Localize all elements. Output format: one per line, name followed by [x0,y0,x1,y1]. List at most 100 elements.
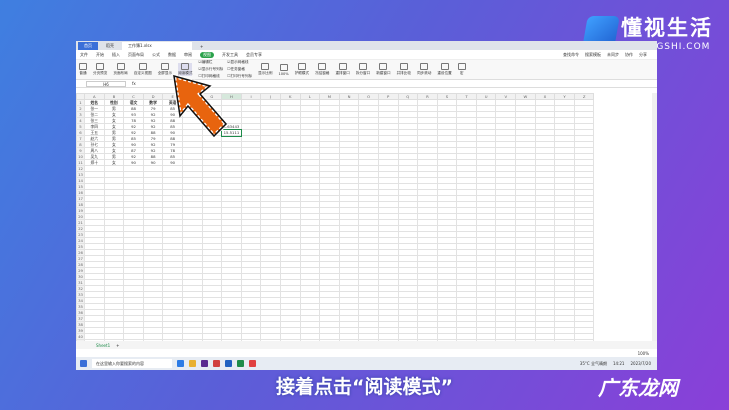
ribbon-label: 并排比较 [396,71,411,75]
ribbon-button-1[interactable]: 分页预览 [93,63,107,76]
view-icon [318,63,327,70]
checkbox-3[interactable]: ☐任务窗格 [227,67,252,72]
menu-search-11[interactable]: 搜索模板 [585,52,601,58]
menu-item-5[interactable]: 数据 [168,52,176,58]
ribbon-label: 页面布局 [113,71,128,75]
menu-item-1[interactable]: 开始 [96,52,104,58]
view-icon [379,63,388,70]
ribbon-label: 普通 [79,71,87,75]
ribbon-button2-4[interactable]: 重排窗口 [335,63,350,76]
taskbar-search[interactable]: 在这里输入你要搜索的内容 [92,359,172,368]
ribbon-label: 护眼模式 [294,71,310,75]
checkbox-label: 打印行号列标 [230,74,253,78]
view-icon [338,63,347,70]
clock-date[interactable]: 2023/7/20 [630,361,651,366]
menu-right-1[interactable]: 协作 [625,52,633,58]
start-icon[interactable] [80,360,87,367]
ribbon-label: 重排窗口 [335,71,350,75]
menu-bar: 文件 开始 插入 页面布局 公式 数据 审阅 视图 开发工具 会员专享 查找命令 搜索模板 未同步 协作分… [76,50,657,60]
ribbon-button2-2[interactable]: 护眼模式 [295,63,309,76]
ribbon-button2-3[interactable]: 冻结窗格 [315,63,329,76]
ribbon-button2-6[interactable]: 新建窗口 [376,63,391,76]
ribbon-button2-9[interactable]: 重设位置 [437,63,452,76]
menu-item-2[interactable]: 插入 [112,52,120,58]
taskbar: 在这里输入你要搜索的内容 35°C 全气晴朗 14:21 2023/7/20 [76,357,657,370]
checkbox-5[interactable]: ☐打印行号列标 [227,74,252,79]
view-icon [79,63,87,70]
view-icon [138,63,147,70]
menu-item-0[interactable]: 文件 [80,52,88,58]
ribbon-label: 冻结窗格 [315,71,330,75]
ribbon-button2-1[interactable]: 100% [278,63,289,76]
ribbon-button2-10[interactable]: 宏 [457,63,466,76]
sheet-tab-bar: Sheet1 + [76,341,657,349]
checkbox-1[interactable]: ☑显示网格线 [227,60,252,65]
ribbon-label: 同步滚动 [416,71,432,75]
sheet-tab[interactable]: Sheet1 [96,343,110,348]
ribbon-button2-0[interactable]: 显示比例 [258,63,272,76]
ribbon-button-3[interactable]: 自定义视图 [134,63,152,76]
menu-item-8[interactable]: 开发工具 [222,52,238,58]
menu-right-0[interactable]: 未同步 [607,52,619,58]
view-icon [116,63,125,70]
checkbox-label: 显示网格线 [230,60,249,64]
folder-icon[interactable] [189,360,196,367]
view-icon [279,63,288,71]
view-icon [181,63,190,70]
add-sheet-button[interactable]: + [116,343,119,348]
vertical-scrollbar[interactable] [652,93,657,349]
checkbox-0[interactable]: ☑编辑栏 [198,60,223,65]
wps-window: 首页 稻壳 工作簿1.xlsx + 文件 开始 插入 页面布局 公式 数据 审阅 视图 开发工具… [76,41,657,370]
checkbox-label: 显示行号列标 [201,67,224,71]
ribbon-label: 分页预览 [93,71,108,75]
menu-item-6[interactable]: 审阅 [184,52,192,58]
formula-bar: H6 fx [76,80,657,88]
name-box[interactable]: H6 [86,80,126,87]
tab-workbook[interactable]: 工作簿1.xlsx [122,42,192,50]
clock-time[interactable]: 14:21 [613,361,625,366]
tab-home[interactable]: 首页 [78,42,98,50]
ribbon-label: 重设位置 [437,71,452,75]
fx-icon[interactable]: fx [132,81,136,86]
menu-right-2[interactable]: 分享 [639,52,647,58]
zoom-level[interactable]: 100% [638,351,649,356]
menu-item-9[interactable]: 会员专享 [246,52,262,58]
checkbox-label: 编辑栏 [201,60,213,64]
watermark: 广东龙网 [598,376,678,400]
ribbon-label: 自定义视图 [133,71,152,75]
word-icon[interactable] [225,360,232,367]
ribbon-button2-7[interactable]: 并排比较 [397,63,411,76]
view-icon [457,63,466,70]
status-bar: 100% [76,349,657,357]
tab-docer[interactable]: 稻壳 [100,42,120,50]
view-icon [96,63,105,70]
ribbon-button-0[interactable]: 普通 [79,63,87,76]
view-icon [399,63,408,70]
ribbon-label: 100% [278,71,289,76]
checkbox-label: 任务窗格 [230,67,245,71]
menu-item-3[interactable]: 页面布局 [128,52,144,58]
view-icon [359,63,368,70]
menu-item-4[interactable]: 公式 [152,52,160,58]
ribbon-button2-5[interactable]: 拆分窗口 [356,63,370,76]
view-ribbon: 普通 分页预览 页面布局 自定义视图 全屏显示 阅读模式 ☑编辑栏 ☑显示网格线 ☑显示行号列标… [76,60,657,80]
ribbon-label: 宏 [459,71,464,75]
ribbon-label: 新建窗口 [376,71,391,75]
view-icon [160,63,169,70]
ribbon-button-2[interactable]: 页面布局 [113,63,128,76]
spreadsheet-grid[interactable]: ABCDEFGHIJKLMNOPQRSTUVWXYZ1姓名性别语文数学英语2张一… [76,93,652,349]
new-tab-button[interactable]: + [194,42,209,50]
edge-icon[interactable] [177,360,184,367]
view-icon [420,63,429,70]
pointer-arrow-icon [171,73,229,139]
app-icon[interactable] [213,360,220,367]
weather[interactable]: 35°C 全气晴朗 [580,361,607,367]
wps-icon[interactable] [249,360,256,367]
view-icon [261,63,270,70]
app-icon[interactable] [201,360,208,367]
ribbon-button2-8[interactable]: 同步滚动 [417,63,431,76]
tab-bar: 首页 稻壳 工作簿1.xlsx + [76,41,657,50]
menu-search-10[interactable]: 查找命令 [563,52,579,58]
menu-item-7[interactable]: 视图 [200,51,214,58]
excel-icon[interactable] [237,360,244,367]
